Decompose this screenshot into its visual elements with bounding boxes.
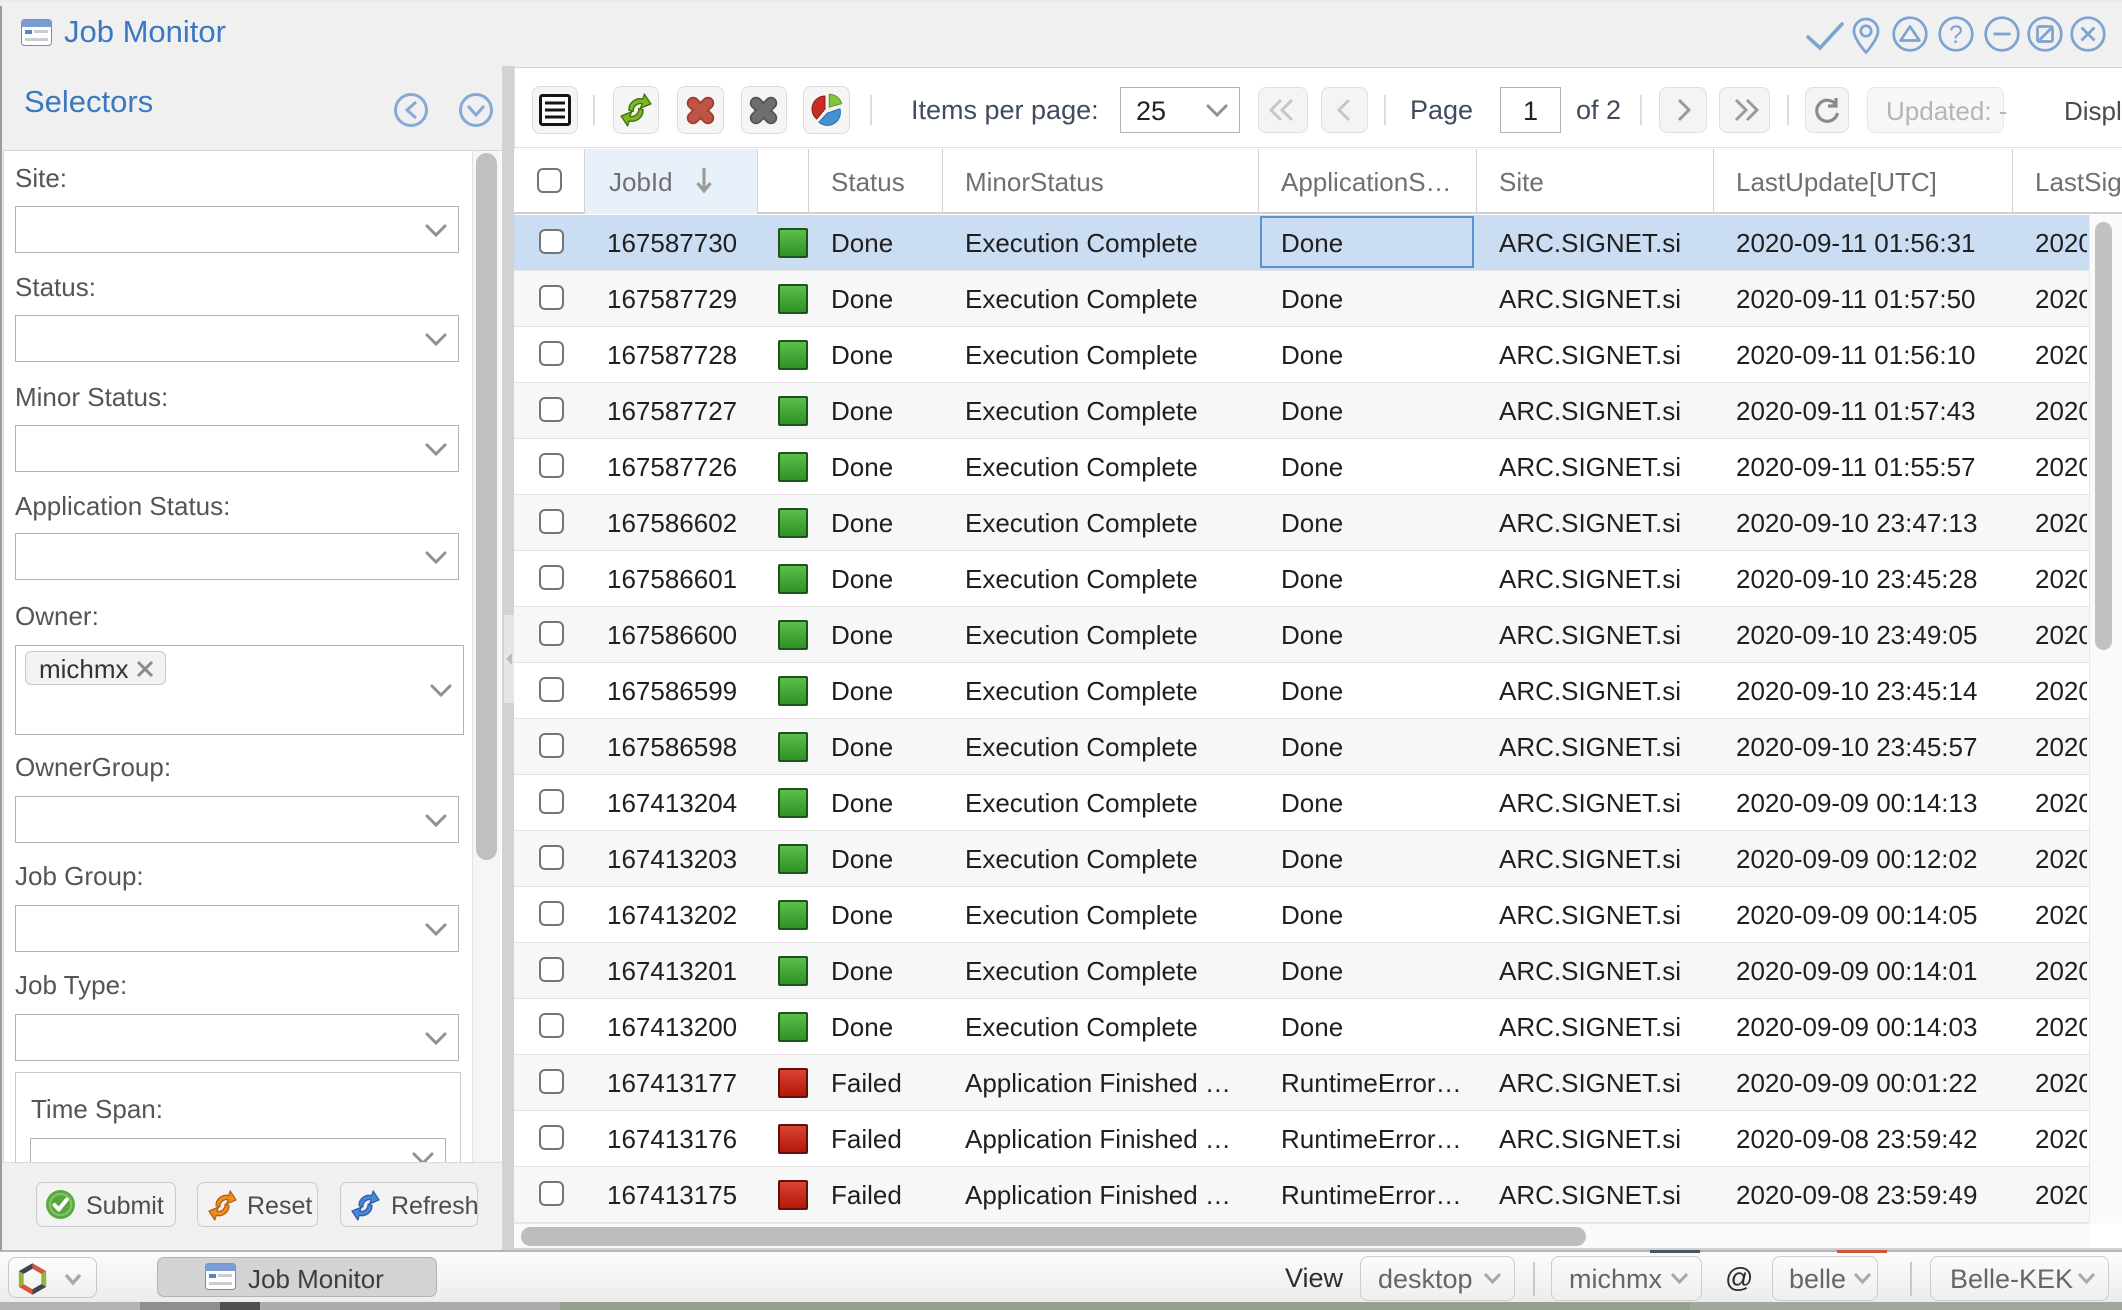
svg-text:?: ? xyxy=(1949,21,1963,49)
